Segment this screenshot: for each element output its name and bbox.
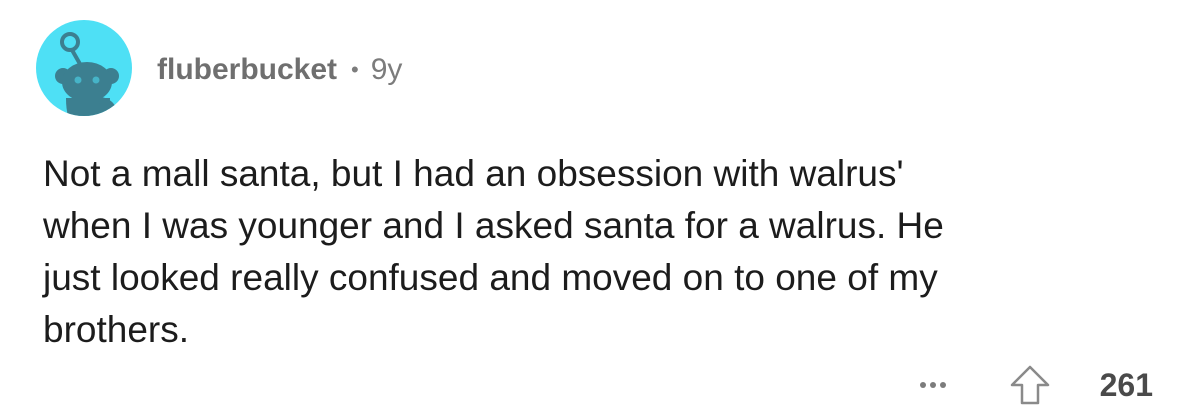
vote-score: 261 bbox=[1099, 366, 1153, 403]
more-options-icon-dot bbox=[929, 382, 936, 388]
more-options-icon-dot bbox=[939, 382, 946, 388]
more-options-button[interactable] bbox=[919, 382, 946, 388]
reddit-snoo-avatar-icon bbox=[36, 20, 132, 116]
comment-header: fluberbucket • 9y bbox=[157, 48, 402, 92]
comment-body: Not a mall santa, but I had an obsession… bbox=[43, 153, 944, 350]
comment-age: 9y bbox=[370, 53, 403, 86]
author-username[interactable]: fluberbucket bbox=[157, 53, 337, 87]
avatar[interactable] bbox=[36, 20, 132, 116]
meta-separator: • bbox=[351, 57, 359, 82]
more-options-icon-dot bbox=[919, 382, 926, 388]
comment-actions: 261 bbox=[919, 360, 1153, 410]
upvote-arrow-icon[interactable] bbox=[1008, 363, 1052, 407]
